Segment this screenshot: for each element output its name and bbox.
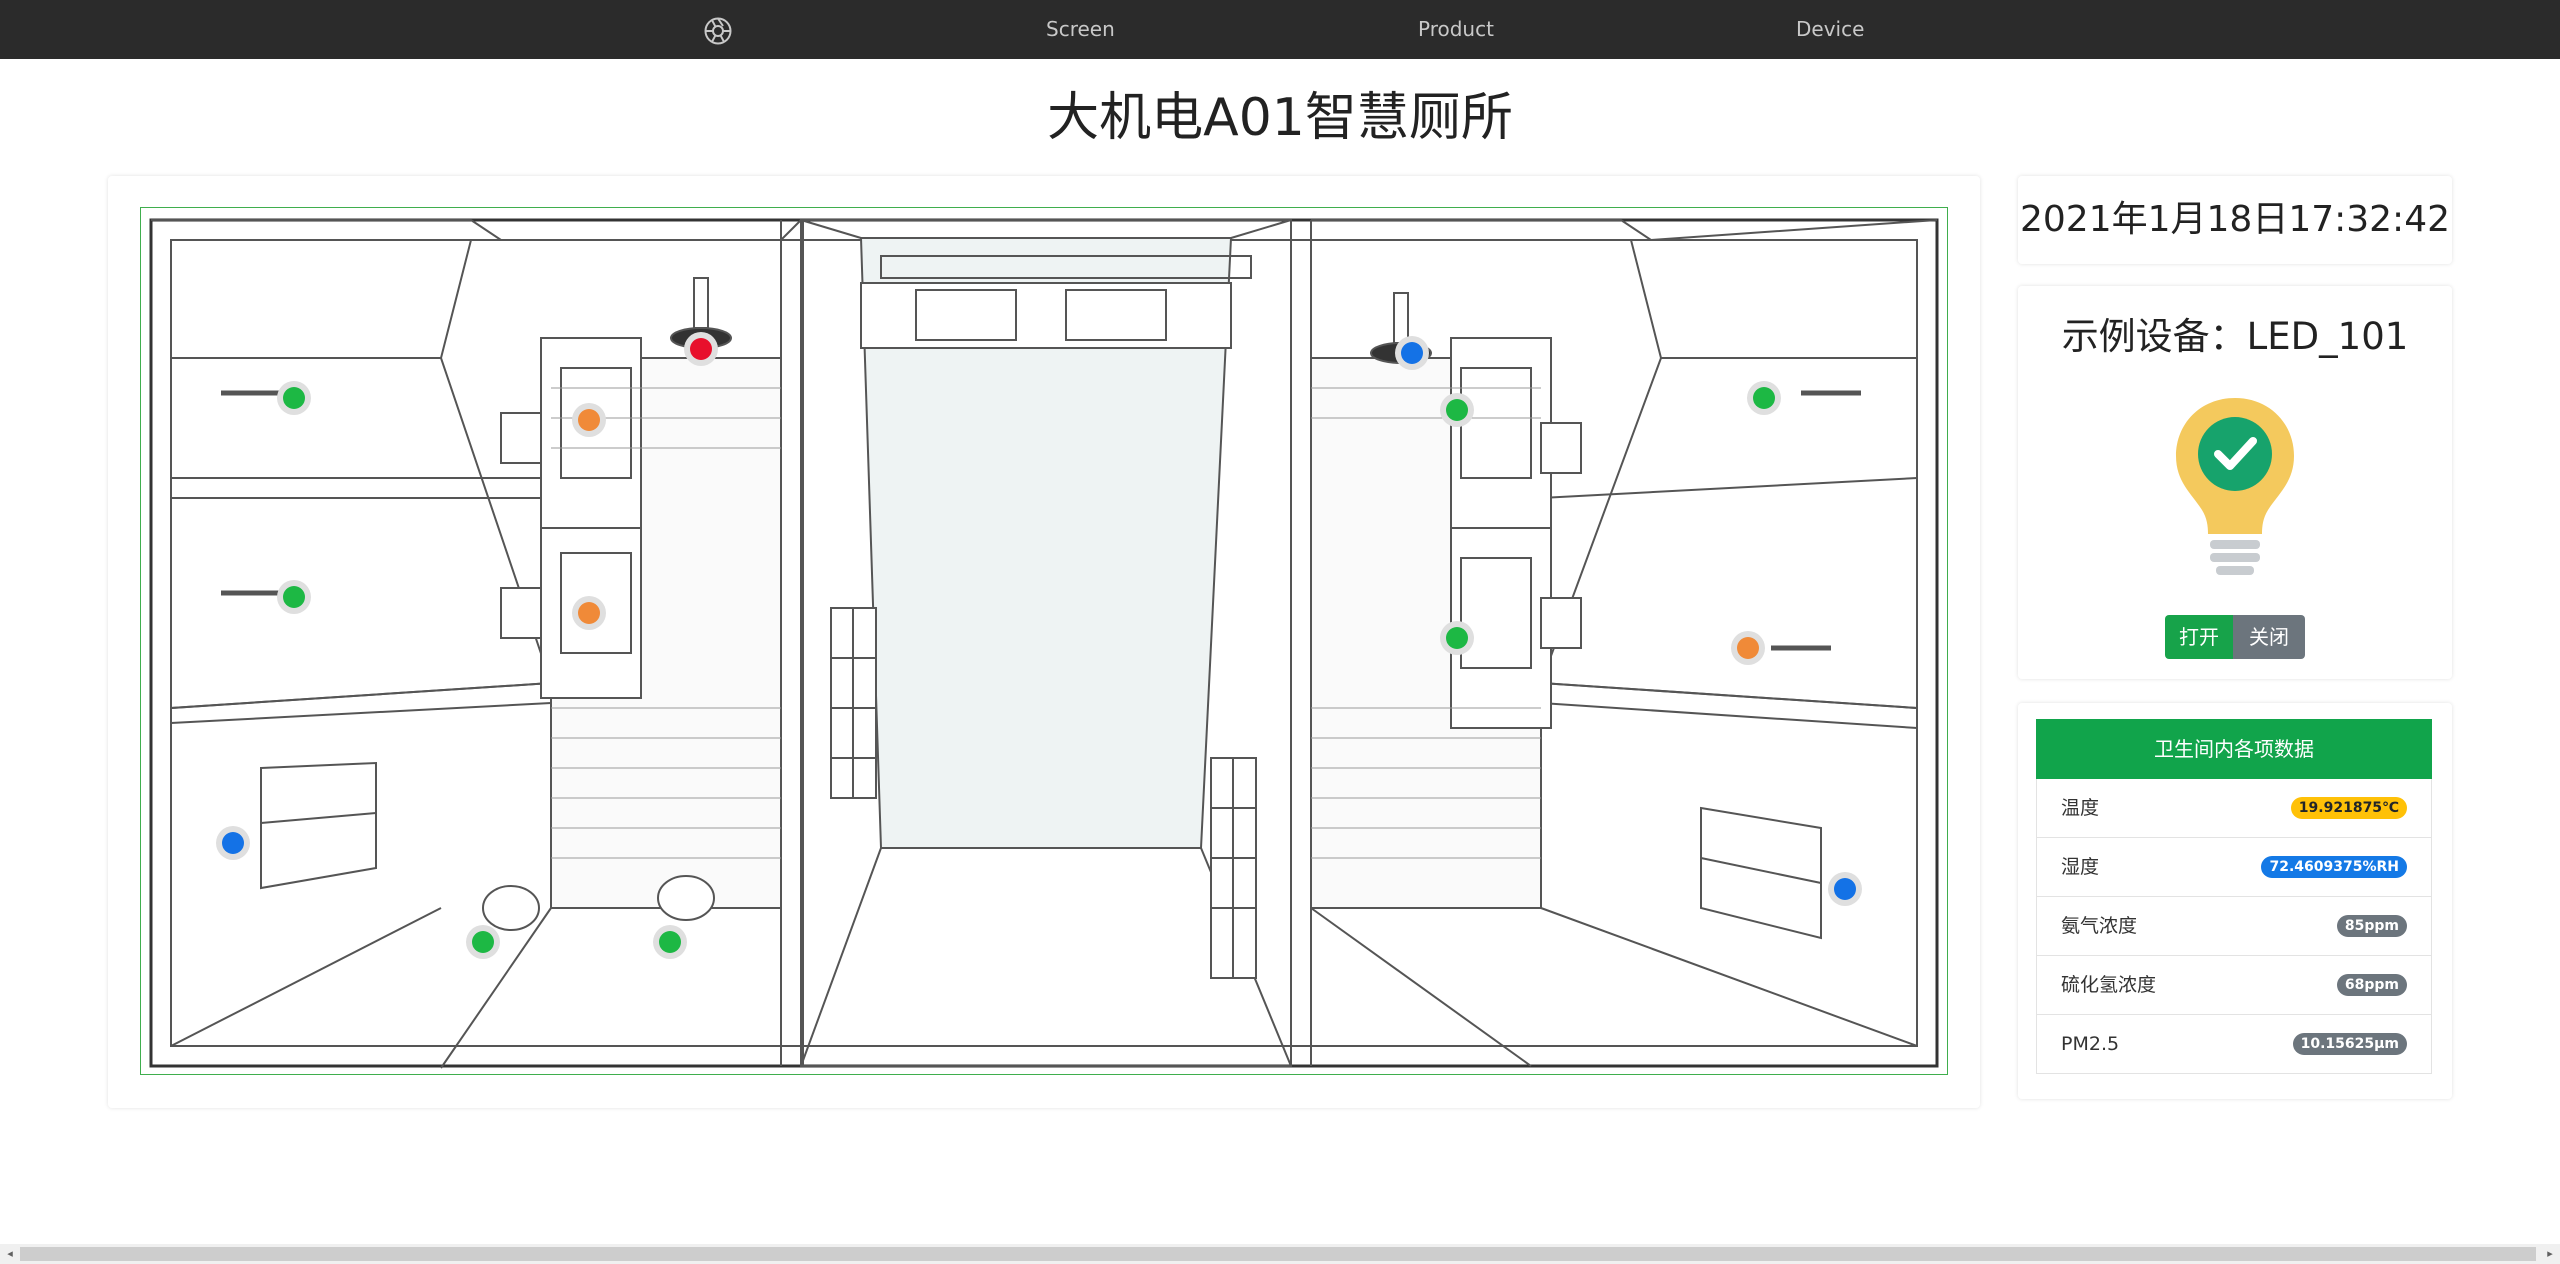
sensor-left-urinal-1[interactable] — [466, 925, 500, 959]
row-label-temperature: 温度 — [2061, 797, 2100, 819]
row-label-ammonia: 氨气浓度 — [2061, 915, 2138, 937]
nav-link-screen[interactable]: Screen — [1046, 0, 1115, 59]
datetime-text: 2021年1月18日17:32:42 — [2019, 199, 2450, 240]
turn-off-button[interactable]: 关闭 — [2233, 615, 2305, 659]
scroll-right-arrow-icon[interactable]: ▸ — [2540, 1244, 2560, 1264]
env-data-table: 卫生间内各项数据 温度 19.921875℃ 湿度 72.4609375%RH … — [2036, 719, 2432, 1074]
table-row: 氨气浓度 85ppm — [2036, 897, 2432, 956]
sensor-right-stall-1-toilet[interactable] — [1440, 393, 1474, 427]
table-row: 湿度 72.4609375%RH — [2036, 838, 2432, 897]
row-label-hydrogen-sulfide: 硫化氢浓度 — [2061, 974, 2157, 996]
hydrogen-sulfide-badge: 68ppm — [2336, 974, 2407, 996]
env-table-header: 卫生间内各项数据 — [2036, 719, 2432, 779]
humidity-badge: 72.4609375%RH — [2261, 856, 2407, 878]
floorplan-image — [140, 207, 1948, 1075]
sensor-right-stall-2-door[interactable] — [1731, 631, 1765, 665]
sensor-left-ceiling-camera[interactable] — [684, 332, 718, 366]
sensor-right-stall-2-toilet[interactable] — [1440, 621, 1474, 655]
lightbulb-check-icon — [2170, 394, 2300, 584]
table-row: 硫化氢浓度 68ppm — [2036, 956, 2432, 1015]
scroll-left-arrow-icon[interactable]: ◂ — [0, 1244, 20, 1264]
horizontal-scrollbar[interactable]: ◂ ▸ — [0, 1244, 2560, 1264]
sensor-right-ceiling-camera[interactable] — [1395, 336, 1429, 370]
sensor-left-stall-1-door[interactable] — [277, 381, 311, 415]
table-row: PM2.5 10.15625μm — [2036, 1015, 2432, 1074]
scrollbar-thumb[interactable] — [20, 1247, 2536, 1261]
sensor-left-stall-1-toilet[interactable] — [572, 403, 606, 437]
sensor-right-window[interactable] — [1828, 872, 1862, 906]
table-row: 温度 19.921875℃ — [2036, 779, 2432, 838]
sensor-left-window[interactable] — [216, 826, 250, 860]
device-title: 示例设备：LED_101 — [2061, 315, 2409, 358]
temperature-badge: 19.921875℃ — [2290, 797, 2407, 819]
sensor-right-stall-1-door[interactable] — [1747, 381, 1781, 415]
device-card: 示例设备：LED_101 打开 关闭 — [2018, 286, 2452, 679]
turn-on-button[interactable]: 打开 — [2165, 615, 2233, 659]
top-nav: Screen Product Device — [0, 0, 2560, 59]
sensor-left-urinal-2[interactable] — [653, 925, 687, 959]
nav-link-product[interactable]: Product — [1418, 0, 1494, 59]
page-title: 大机电A01智慧厕所 — [1047, 88, 1513, 148]
sensor-left-stall-2-toilet[interactable] — [572, 596, 606, 630]
ammonia-badge: 85ppm — [2336, 915, 2407, 937]
pm25-badge: 10.15625μm — [2292, 1033, 2407, 1055]
aperture-icon[interactable] — [703, 16, 733, 46]
row-label-pm25: PM2.5 — [2061, 1033, 2120, 1055]
nav-link-device[interactable]: Device — [1796, 0, 1864, 59]
datetime-card: 2021年1月18日17:32:42 — [2018, 176, 2452, 264]
sensor-left-stall-2-door[interactable] — [277, 580, 311, 614]
row-label-humidity: 湿度 — [2061, 856, 2100, 878]
